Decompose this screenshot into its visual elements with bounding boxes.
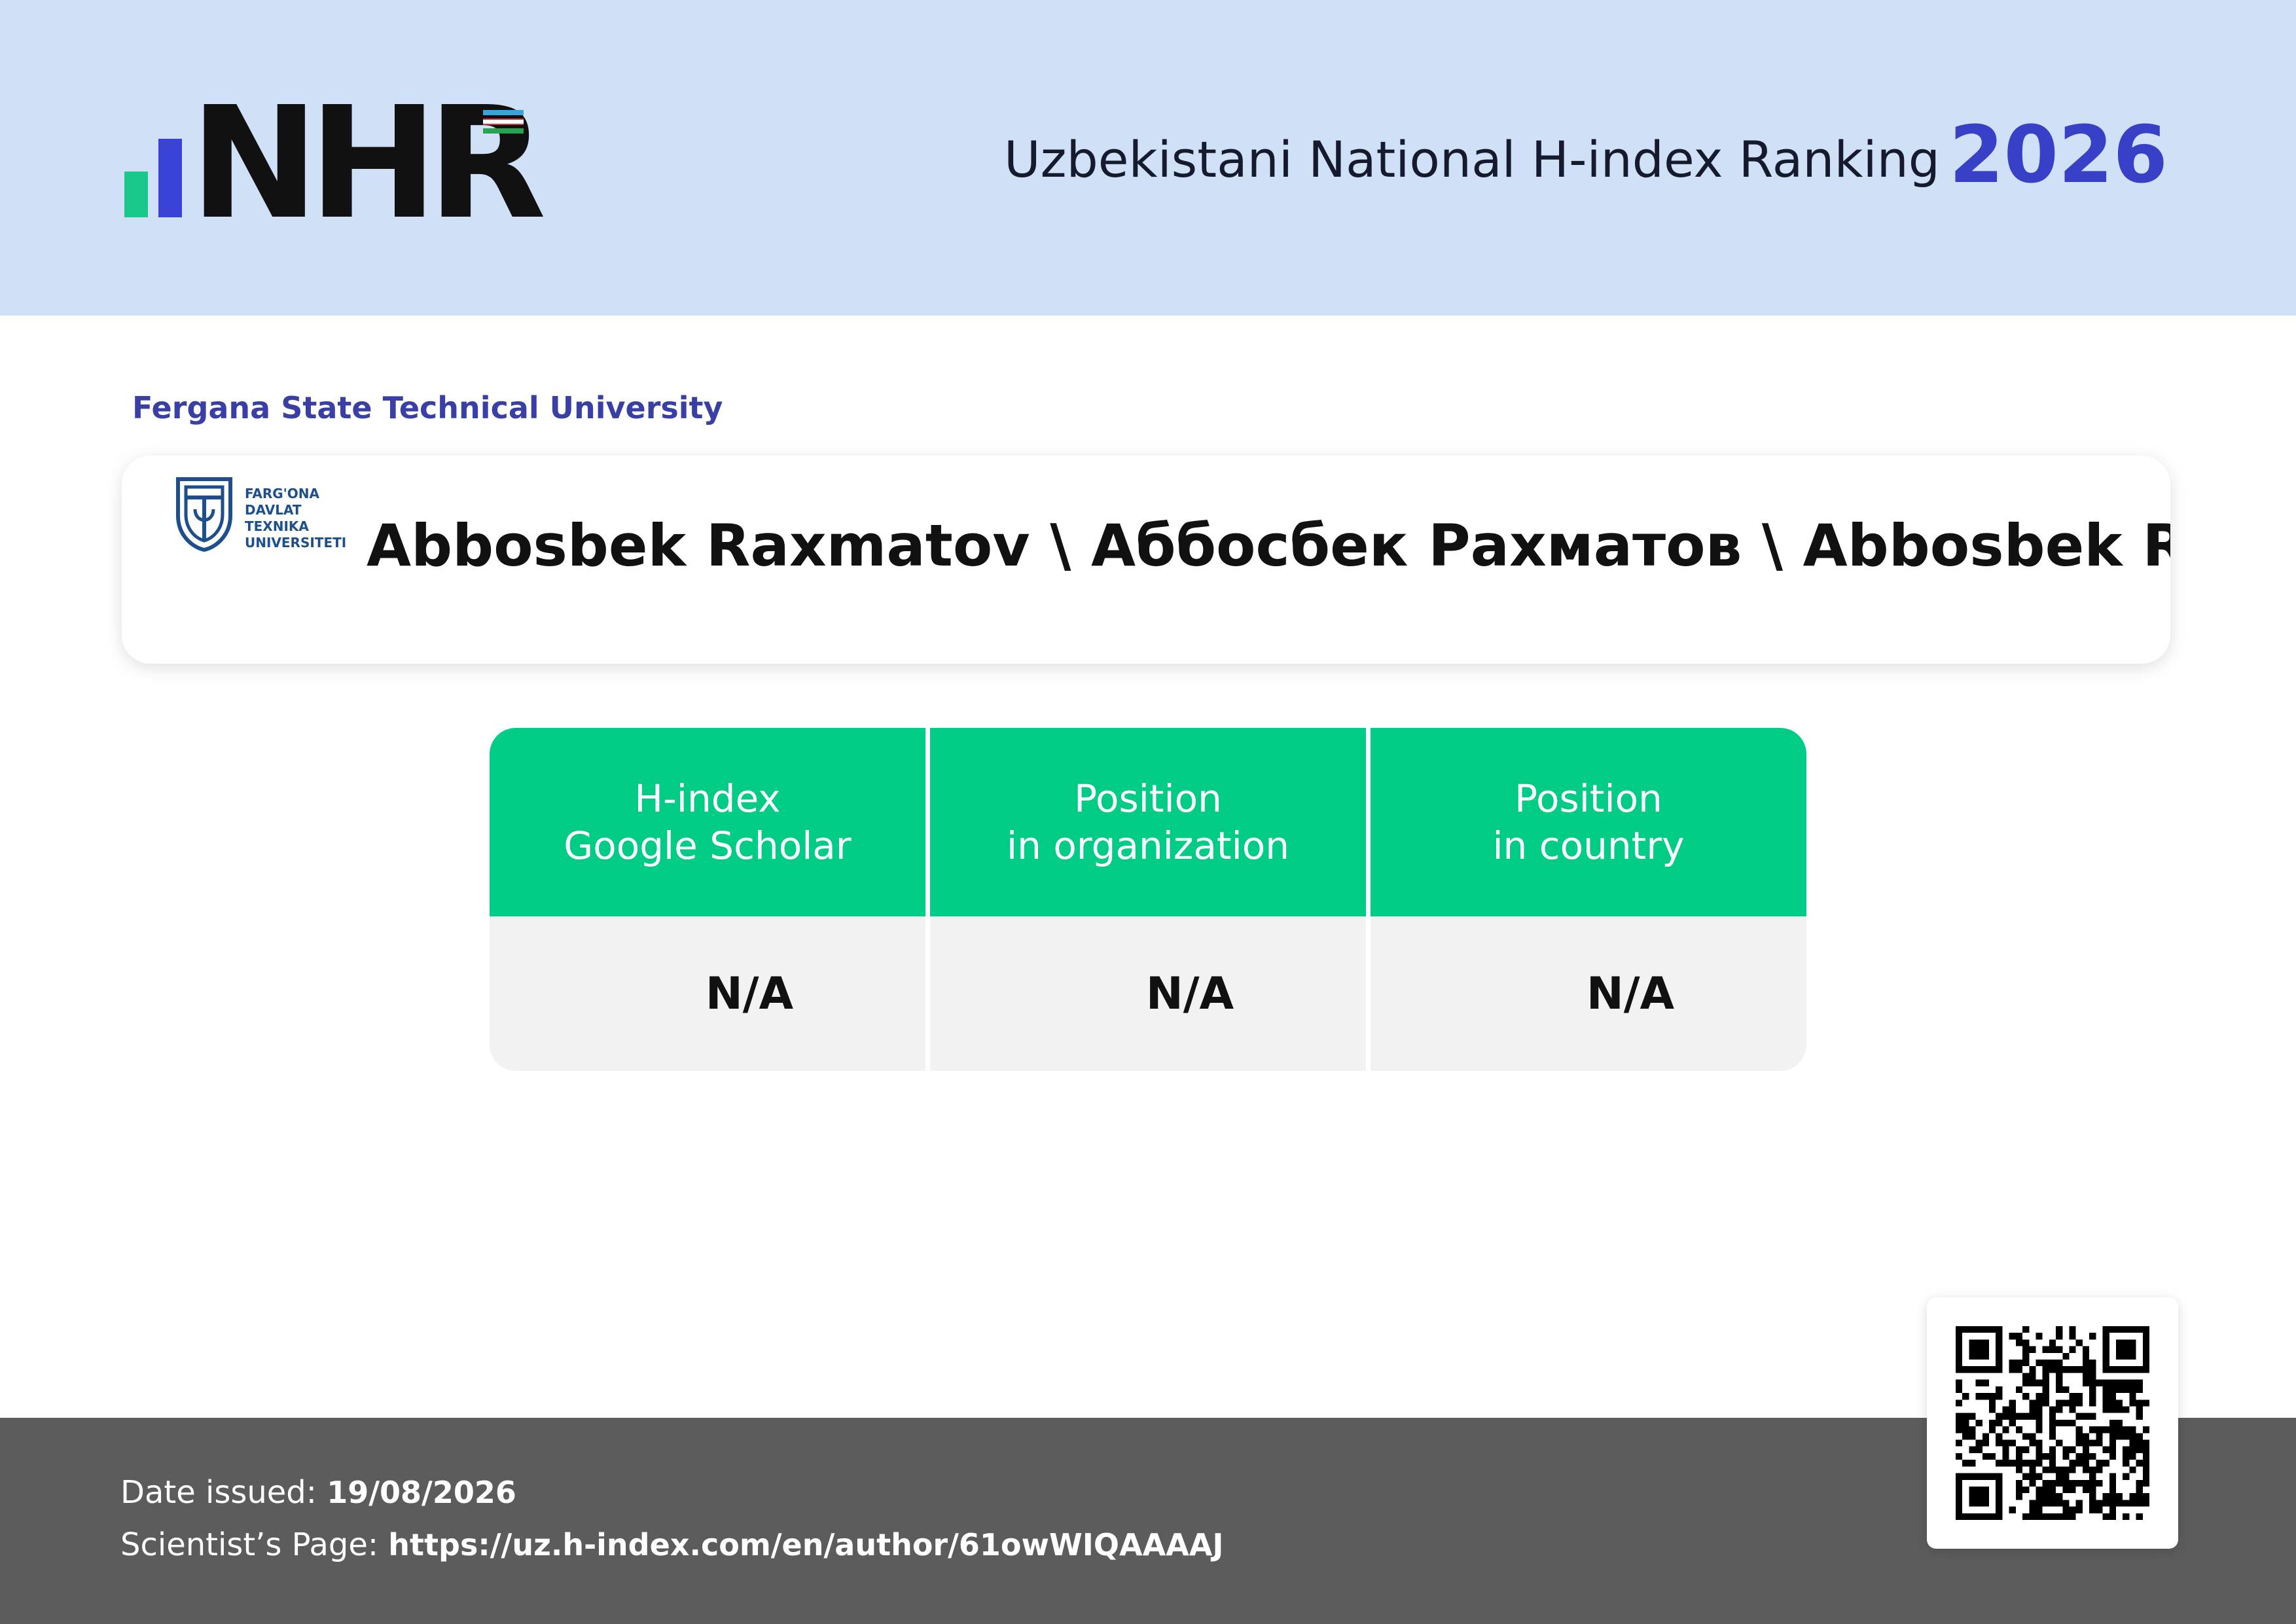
stat-header: Position in organization (930, 728, 1366, 916)
stat-position-country: Position in country N/A (1371, 728, 1806, 1071)
stat-position-organization: Position in organization N/A (930, 728, 1366, 1071)
stat-header: Position in country (1371, 728, 1806, 916)
fdtu-emblem-icon (176, 477, 232, 552)
stat-label-line1: Position (1074, 776, 1222, 821)
stat-value: N/A (490, 916, 925, 1071)
stat-label-line2: in organization (1007, 823, 1289, 868)
scientist-name: Abbosbek Raxmatov \ Аббосбек Рахматов \ … (367, 512, 2170, 579)
page-url-link[interactable]: https://uz.h-index.com/en/author/61owWIQ… (388, 1527, 1223, 1562)
university-logo: FARG'ONA DAVLAT TEXNIKA UNIVERSITETI (174, 475, 346, 573)
logo-line-4: UNIVERSITETI (245, 535, 347, 550)
title-year: 2026 (1949, 110, 2168, 201)
date-label: Date issued: (120, 1474, 317, 1511)
stat-value-text: N/A (1145, 967, 1234, 1020)
stat-h-index: H-index Google Scholar N/A (490, 728, 925, 1071)
logo-bar-blue (158, 139, 182, 217)
stat-value: N/A (930, 916, 1366, 1071)
stat-label-line2: Google Scholar (564, 823, 852, 868)
nhr-logo: NHR (124, 86, 550, 241)
date-value: 19/08/2026 (327, 1475, 516, 1510)
university-logo-text: FARG'ONA DAVLAT TEXNIKA UNIVERSITETI (245, 486, 346, 551)
scientist-page: Scientist’s Page: https://uz.h-index.com… (120, 1526, 1224, 1563)
title-text: Uzbekistani National H-index Ranking (1004, 130, 1941, 189)
page-label: Scientist’s Page: (120, 1526, 379, 1563)
stat-value-text: N/A (705, 967, 794, 1020)
qr-card (1927, 1297, 2178, 1549)
date-issued: Date issued: 19/08/2026 (120, 1474, 516, 1511)
stat-label-line2: in country (1492, 823, 1685, 868)
logo-line-2: DAVLAT (245, 502, 302, 518)
uzbek-flag-icon (483, 110, 524, 136)
scientist-card: FARG'ONA DAVLAT TEXNIKA UNIVERSITETI Abb… (122, 456, 2170, 664)
qr-code-icon[interactable] (1956, 1326, 2149, 1520)
header-band: NHR Uzbekistani National H-index Ranking… (0, 0, 2296, 316)
stat-header: H-index Google Scholar (490, 728, 925, 916)
stat-value: N/A (1371, 916, 1806, 1071)
stats-table: H-index Google Scholar N/A Position in o… (490, 728, 1806, 1071)
page-title: Uzbekistani National H-index Ranking 2026 (1004, 110, 2168, 201)
stat-value-text: N/A (1586, 967, 1675, 1020)
logo-line-1: FARG'ONA (245, 486, 320, 501)
logo-line-3: TEXNIKA (245, 518, 309, 534)
logo-bar-green (124, 171, 148, 217)
university-name: Fergana State Technical University (132, 390, 723, 425)
stat-label-line1: Position (1515, 776, 1662, 821)
stat-label-line1: H-index (634, 776, 781, 821)
